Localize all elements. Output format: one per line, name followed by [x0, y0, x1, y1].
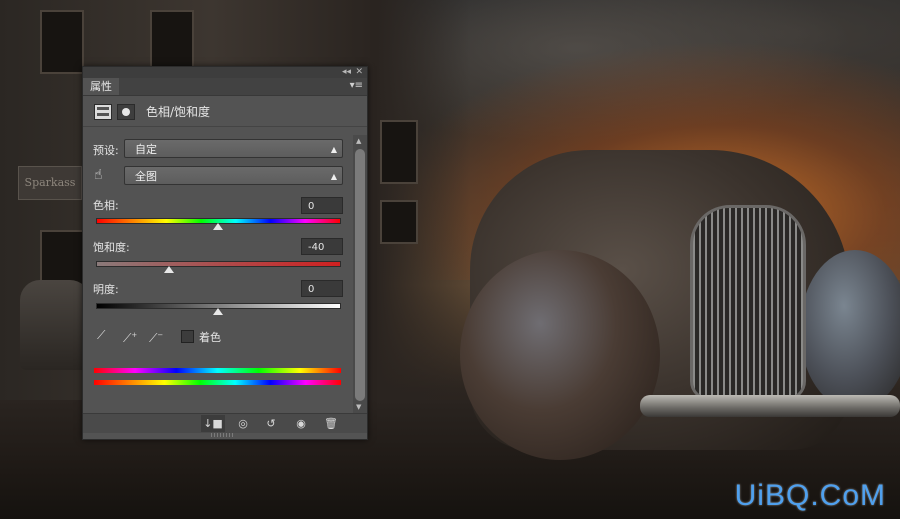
scroll-up-icon[interactable]: ▲: [356, 137, 361, 145]
trash-icon[interactable]: 🗑: [319, 415, 343, 432]
saturation-slider-thumb[interactable]: [163, 266, 174, 273]
car-grille: [690, 205, 806, 401]
hue-label: 色相:: [93, 199, 119, 212]
channel-dropdown[interactable]: 全图 ▲: [124, 166, 343, 185]
close-icon[interactable]: ✕: [355, 66, 363, 78]
properties-panel: ◂◂ ✕ 属性 ▾≡ 色相/饱和度 预设: 自定 ▲ ☝ 全图 ▲ 色相: 0 …: [82, 66, 368, 440]
car-bumper: [640, 395, 900, 417]
building-window: [40, 10, 84, 74]
preset-value: 自定: [135, 143, 157, 156]
building-window: [380, 200, 418, 244]
preset-dropdown[interactable]: 自定 ▲: [124, 139, 343, 158]
building-window: [380, 120, 418, 184]
building-window: [150, 10, 194, 74]
preset-label: 预设:: [93, 144, 119, 157]
eyedropper-icon[interactable]: ⟋: [97, 327, 111, 343]
mask-icon[interactable]: [117, 104, 135, 120]
watermark: UiBQ.CoM: [734, 479, 886, 512]
panel-tabbar: 属性 ▾≡: [83, 78, 367, 96]
eye-icon[interactable]: ◉: [289, 415, 313, 432]
adjusted-color-bar: [94, 368, 341, 373]
lightness-input[interactable]: 0: [301, 280, 343, 297]
targeted-adjustment-icon[interactable]: ☝: [94, 166, 112, 184]
lightness-label: 明度:: [93, 283, 119, 296]
updown-arrow-icon: ▲: [330, 172, 337, 181]
panel-footer: ↓■ ◎ ↺ ◉ 🗑: [83, 413, 367, 433]
adjustment-icon[interactable]: [94, 104, 112, 120]
panel-menu-icon[interactable]: ▾≡: [350, 80, 363, 92]
car-fender-right: [800, 250, 900, 410]
panel-titlebar[interactable]: ◂◂ ✕: [83, 67, 367, 78]
adjustment-header: 色相/饱和度: [83, 96, 367, 127]
resize-grip[interactable]: [211, 433, 235, 437]
saturation-input[interactable]: -40: [301, 238, 343, 255]
updown-arrow-icon: ▲: [330, 145, 337, 154]
scroll-thumb[interactable]: [355, 149, 365, 401]
saturation-slider[interactable]: [96, 261, 341, 267]
colorize-label: 着色: [199, 331, 221, 344]
reset-icon[interactable]: ↺: [259, 415, 283, 432]
original-color-bar: [94, 380, 341, 385]
eyedropper-plus-icon[interactable]: ⟋+: [123, 327, 137, 345]
tab-properties[interactable]: 属性: [83, 78, 119, 95]
clip-to-layer-icon[interactable]: ↓■: [201, 415, 225, 432]
colorize-checkbox[interactable]: [181, 330, 194, 343]
hue-input[interactable]: 0: [301, 197, 343, 214]
lightness-slider-thumb[interactable]: [212, 308, 223, 315]
collapse-icon[interactable]: ◂◂: [342, 66, 351, 78]
saturation-label: 饱和度:: [93, 241, 130, 254]
panel-scrollbar[interactable]: ▲ ▼: [353, 135, 367, 413]
car-fender: [460, 250, 660, 460]
channel-value: 全图: [135, 170, 157, 183]
background-car: [20, 280, 90, 370]
scroll-down-icon[interactable]: ▼: [356, 403, 361, 411]
hue-slider-thumb[interactable]: [212, 223, 223, 230]
shop-sign: Sparkass: [18, 166, 82, 200]
eyedropper-minus-icon[interactable]: ⟋−: [149, 327, 163, 345]
adjustment-title: 色相/饱和度: [146, 105, 211, 119]
view-previous-icon[interactable]: ◎: [231, 415, 255, 432]
